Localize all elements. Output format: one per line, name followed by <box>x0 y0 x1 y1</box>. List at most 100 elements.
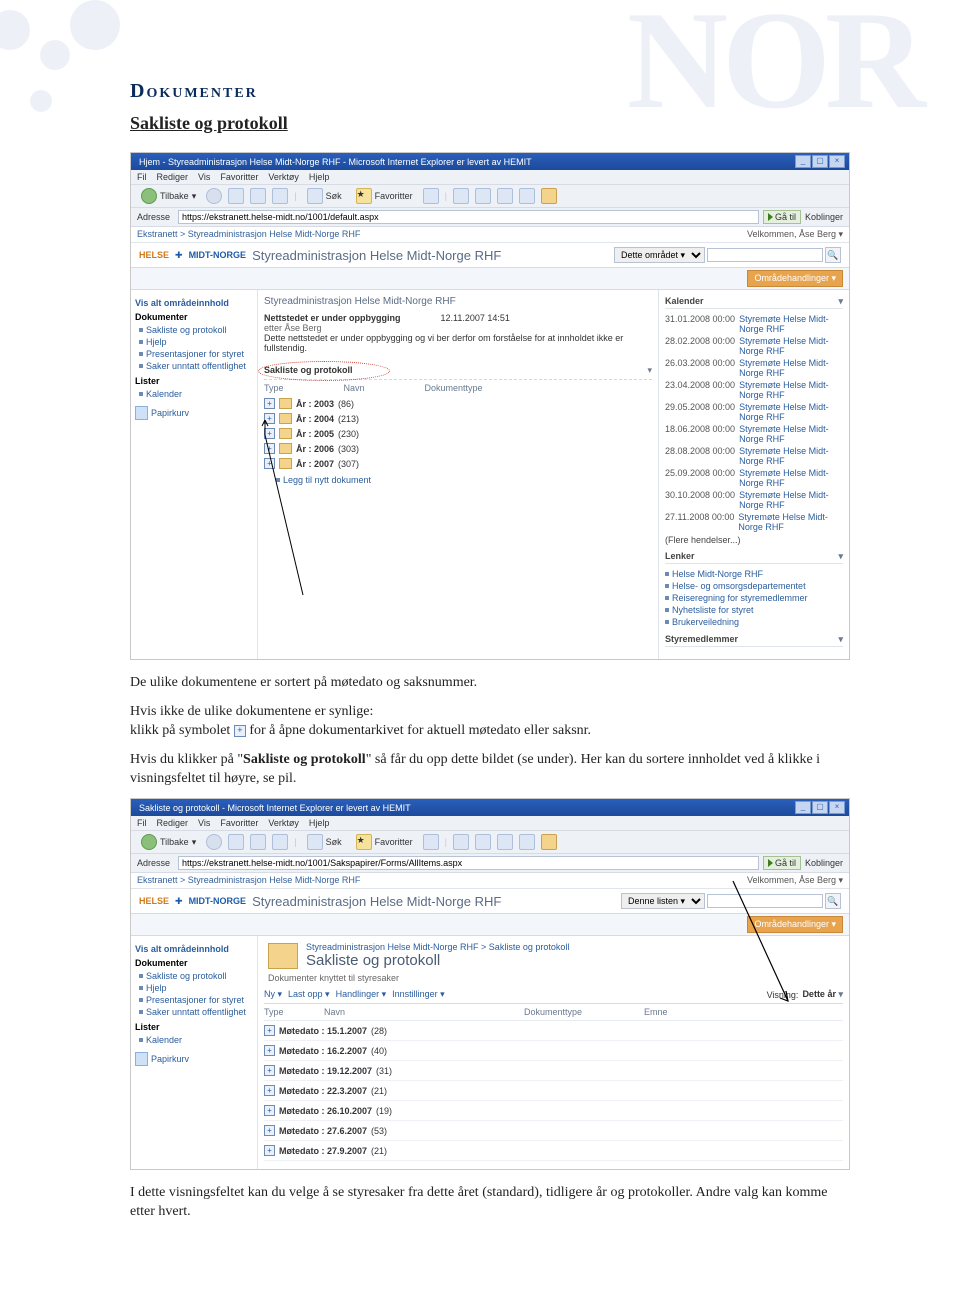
calendar-item[interactable]: 28.02.2008 00:00Styremøte Helse Midt-Nor… <box>665 335 843 357</box>
menu-rediger[interactable]: Rediger <box>157 172 189 182</box>
links-label[interactable]: Koblinger <box>805 212 843 222</box>
col-emne[interactable]: Emne <box>644 1007 843 1017</box>
new-button[interactable]: Ny ▾ <box>264 989 282 1000</box>
refresh-icon[interactable] <box>250 188 266 204</box>
search-scope-select[interactable]: Dette området ▾ <box>614 247 705 263</box>
link-item[interactable]: Nyhetsliste for styret <box>665 604 843 616</box>
col-dokumenttype[interactable]: Dokumenttype <box>425 383 483 393</box>
nav-presentasjoner[interactable]: Presentasjoner for styret <box>139 348 253 360</box>
calendar-item[interactable]: 23.04.2008 00:00Styremøte Helse Midt-Nor… <box>665 379 843 401</box>
calendar-item[interactable]: 30.10.2008 00:00Styremøte Helse Midt-Nor… <box>665 489 843 511</box>
back-button[interactable]: Tilbake ▾ <box>137 833 200 851</box>
expand-icon[interactable]: + <box>264 1105 275 1116</box>
nav-sakliste[interactable]: Sakliste og protokoll <box>139 324 253 336</box>
menu-hjelp[interactable]: Hjelp <box>309 818 330 828</box>
expand-icon[interactable]: + <box>264 1025 275 1036</box>
col-navn[interactable]: Navn <box>324 1007 524 1017</box>
breadcrumb[interactable]: Ekstranett > Styreadministrasjon Helse M… <box>137 229 360 240</box>
year-row[interactable]: +År : 2003(86) <box>264 396 652 411</box>
maximize-button[interactable]: ▢ <box>812 155 828 168</box>
page-breadcrumb[interactable]: Styreadministrasjon Helse Midt-Norge RHF… <box>306 942 569 952</box>
date-group-row[interactable]: +Møtedato : 16.2.2007(40) <box>264 1041 843 1061</box>
back-button[interactable]: Tilbake ▾ <box>137 187 200 205</box>
search-icon[interactable]: 🔍 <box>825 893 841 909</box>
mail-icon[interactable] <box>453 188 469 204</box>
year-row[interactable]: +År : 2007(307) <box>264 456 652 471</box>
expand-icon[interactable]: + <box>264 458 275 469</box>
link-item[interactable]: Helse Midt-Norge RHF <box>665 568 843 580</box>
calendar-item[interactable]: 27.11.2008 00:00Styremøte Helse Midt-Nor… <box>665 511 843 533</box>
refresh-icon[interactable] <box>250 834 266 850</box>
folder-icon[interactable] <box>541 188 557 204</box>
discuss-icon[interactable] <box>519 834 535 850</box>
folder-icon[interactable] <box>541 834 557 850</box>
calendar-item[interactable]: 29.05.2008 00:00Styremøte Helse Midt-Nor… <box>665 401 843 423</box>
expand-icon[interactable]: + <box>264 443 275 454</box>
expand-icon[interactable]: + <box>264 1085 275 1096</box>
search-icon[interactable]: 🔍 <box>825 247 841 263</box>
nav-kalender[interactable]: Kalender <box>139 1034 253 1046</box>
stop-icon[interactable] <box>228 834 244 850</box>
history-icon[interactable] <box>423 188 439 204</box>
actions-button[interactable]: Handlinger ▾ <box>336 989 387 1000</box>
col-type[interactable]: Type <box>264 383 284 393</box>
sakliste-header[interactable]: Sakliste og protokoll <box>264 363 652 380</box>
nav-papirkurv[interactable]: Papirkurv <box>135 1052 253 1066</box>
expand-icon[interactable]: + <box>264 413 275 424</box>
minimize-button[interactable]: _ <box>795 155 811 168</box>
date-group-row[interactable]: +Møtedato : 19.12.2007(31) <box>264 1061 843 1081</box>
date-group-row[interactable]: +Møtedato : 26.10.2007(19) <box>264 1101 843 1121</box>
links-label[interactable]: Koblinger <box>805 858 843 868</box>
calendar-item[interactable]: 28.08.2008 00:00Styremøte Helse Midt-Nor… <box>665 445 843 467</box>
nav-presentasjoner[interactable]: Presentasjoner for styret <box>139 994 253 1006</box>
menu-fil[interactable]: Fil <box>137 818 147 828</box>
edit-icon[interactable] <box>497 834 513 850</box>
year-row[interactable]: +År : 2004(213) <box>264 411 652 426</box>
calendar-item[interactable]: 18.06.2008 00:00Styremøte Helse Midt-Nor… <box>665 423 843 445</box>
breadcrumb[interactable]: Ekstranett > Styreadministrasjon Helse M… <box>137 875 360 886</box>
forward-button[interactable] <box>206 834 222 850</box>
menu-hjelp[interactable]: Hjelp <box>309 172 330 182</box>
date-group-row[interactable]: +Møtedato : 15.1.2007(28) <box>264 1021 843 1041</box>
go-button[interactable]: Gå til <box>763 856 801 870</box>
history-icon[interactable] <box>423 834 439 850</box>
nav-papirkurv[interactable]: Papirkurv <box>135 406 253 420</box>
go-button[interactable]: Gå til <box>763 210 801 224</box>
calendar-item[interactable]: 26.03.2008 00:00Styremøte Helse Midt-Nor… <box>665 357 843 379</box>
more-events-link[interactable]: (Flere hendelser...) <box>665 533 843 545</box>
nav-saker-unntatt[interactable]: Saker unntatt offentlighet <box>139 360 253 372</box>
address-input[interactable] <box>178 856 759 870</box>
nav-saker-unntatt[interactable]: Saker unntatt offentlighet <box>139 1006 253 1018</box>
menu-fil[interactable]: Fil <box>137 172 147 182</box>
expand-icon[interactable]: + <box>264 1125 275 1136</box>
search-input[interactable] <box>707 894 823 908</box>
search-button[interactable]: Søk <box>303 187 346 205</box>
date-group-row[interactable]: +Møtedato : 22.3.2007(21) <box>264 1081 843 1101</box>
expand-icon[interactable]: + <box>264 1145 275 1156</box>
date-group-row[interactable]: +Møtedato : 27.9.2007(21) <box>264 1141 843 1161</box>
print-icon[interactable] <box>475 834 491 850</box>
maximize-button[interactable]: ▢ <box>812 801 828 814</box>
expand-icon[interactable]: + <box>264 1045 275 1056</box>
search-input[interactable] <box>707 248 823 262</box>
welcome-user[interactable]: Velkommen, Åse Berg ▾ <box>747 229 843 240</box>
expand-icon[interactable]: + <box>264 398 275 409</box>
menu-favoritter[interactable]: Favoritter <box>220 172 258 182</box>
stop-icon[interactable] <box>228 188 244 204</box>
menu-vis[interactable]: Vis <box>198 172 210 182</box>
menu-rediger[interactable]: Rediger <box>157 818 189 828</box>
mail-icon[interactable] <box>453 834 469 850</box>
nav-hjelp[interactable]: Hjelp <box>139 982 253 994</box>
calendar-item[interactable]: 31.01.2008 00:00Styremøte Helse Midt-Nor… <box>665 313 843 335</box>
add-document-link[interactable]: Legg til nytt dokument <box>264 471 652 485</box>
col-type[interactable]: Type <box>264 1007 324 1017</box>
welcome-user[interactable]: Velkommen, Åse Berg ▾ <box>747 875 843 886</box>
settings-button[interactable]: Innstillinger ▾ <box>392 989 445 1000</box>
year-row[interactable]: +År : 2005(230) <box>264 426 652 441</box>
search-scope-select[interactable]: Denne listen ▾ <box>621 893 705 909</box>
minimize-button[interactable]: _ <box>795 801 811 814</box>
col-dokumenttype[interactable]: Dokumenttype <box>524 1007 644 1017</box>
nav-show-all[interactable]: Vis alt områdeinnhold <box>135 298 253 308</box>
nav-kalender[interactable]: Kalender <box>139 388 253 400</box>
nav-hjelp[interactable]: Hjelp <box>139 336 253 348</box>
